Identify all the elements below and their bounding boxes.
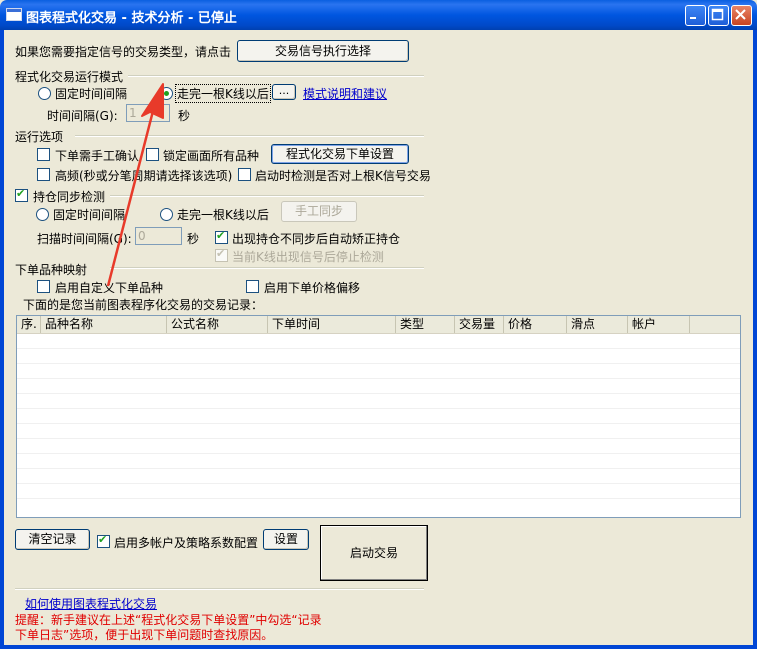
interval-unit: 秒 <box>178 109 191 123</box>
sync-bar-radio[interactable] <box>160 208 173 221</box>
lock-all-checkbox[interactable] <box>146 148 159 161</box>
hint-line-1: 提醒：新手建议在上述“程式化交易下单设置”中勾选“记录 <box>15 613 322 627</box>
price-offset-label: 启用下单价格偏移 <box>264 281 361 295</box>
table-header: 序. 品种名称 公式名称 下单时间 类型 交易量 价格 滑点 帐户 <box>17 316 740 334</box>
howto-link[interactable]: 如何使用图表程式化交易 <box>25 595 157 612</box>
check-last-bar-checkbox[interactable] <box>238 168 251 181</box>
mode-help-link[interactable]: 模式说明和建议 <box>303 85 387 102</box>
column-header-type[interactable]: 类型 <box>396 316 455 333</box>
scan-interval-input[interactable]: 0 <box>135 227 182 245</box>
column-header-price[interactable]: 价格 <box>504 316 567 333</box>
minimize-button[interactable] <box>685 5 706 26</box>
high-freq-label: 高频(秒或分笔周期请选择该选项) <box>55 169 233 183</box>
run-mode-fixed-label: 固定时间间隔 <box>55 87 128 101</box>
interval-label: 时间间隔(G): <box>47 109 118 123</box>
column-header-symbol[interactable]: 品种名称 <box>41 316 167 333</box>
order-mapping-heading: 下单品种映射 <box>15 263 88 277</box>
trade-records-table[interactable]: 序. 品种名称 公式名称 下单时间 类型 交易量 价格 滑点 帐户 <box>16 315 741 518</box>
multi-account-checkbox[interactable] <box>97 533 110 548</box>
table-row <box>17 378 740 379</box>
interval-input[interactable]: 1 <box>126 104 170 122</box>
manual-confirm-label: 下单需手工确认 <box>55 149 140 163</box>
table-row <box>17 438 740 439</box>
check-last-bar-label: 启动时检测是否对上根K信号交易 <box>255 169 431 183</box>
signal-prompt-text: 如果您需要指定信号的交易类型，请点击 <box>15 45 232 59</box>
stop-detect-label: 当前K线出现信号后停止检测 <box>232 250 384 264</box>
column-header-account[interactable]: 帐户 <box>628 316 690 333</box>
table-row <box>17 348 740 349</box>
table-row <box>17 483 740 484</box>
position-sync-heading: 持仓同步检测 <box>33 190 106 204</box>
run-mode-fixed-radio[interactable] <box>38 87 51 100</box>
column-header-slippage[interactable]: 滑点 <box>567 316 628 333</box>
records-caption: 下面的是您当前图表程序化交易的交易记录： <box>23 298 264 312</box>
stop-detect-checkbox[interactable] <box>215 247 228 262</box>
bottom-divider <box>15 588 424 590</box>
run-mode-bar-label: 走完一根K线以后 <box>175 84 271 103</box>
auto-correct-checkbox[interactable] <box>215 229 228 244</box>
column-header-formula[interactable]: 公式名称 <box>167 316 268 333</box>
table-row <box>17 423 740 424</box>
column-header-order-time[interactable]: 下单时间 <box>268 316 396 333</box>
run-mode-bar-radio[interactable] <box>160 87 173 100</box>
table-row <box>17 408 740 409</box>
window-frame-right <box>753 30 757 649</box>
multi-account-label: 启用多帐户及策略系数配置 <box>114 536 259 550</box>
table-row <box>17 393 740 394</box>
table-row <box>17 363 740 364</box>
sync-bar-label: 走完一根K线以后 <box>177 208 269 222</box>
price-offset-checkbox[interactable] <box>246 280 259 293</box>
run-mode-more-button[interactable]: ... <box>272 84 296 100</box>
close-icon <box>735 9 746 20</box>
maximize-icon <box>711 8 724 21</box>
position-sync-divider <box>110 195 424 197</box>
high-freq-checkbox[interactable] <box>37 168 50 181</box>
order-settings-button[interactable]: 程式化交易下单设置 <box>271 144 409 164</box>
title-bar[interactable]: 图表程式化交易 - 技术分析 - 已停止 <box>0 0 757 30</box>
column-header-index[interactable]: 序. <box>17 316 41 333</box>
auto-correct-label: 出现持仓不同步后自动矫正持仓 <box>232 232 401 246</box>
hint-line-2: 下单日志”选项，便于出现下单问题时查找原因。 <box>15 628 274 642</box>
run-options-divider <box>75 135 424 137</box>
run-options-heading: 运行选项 <box>15 130 64 144</box>
column-header-volume[interactable]: 交易量 <box>455 316 504 333</box>
run-mode-divider <box>128 75 424 77</box>
order-mapping-divider <box>110 267 424 269</box>
table-row <box>17 468 740 469</box>
manual-sync-button[interactable]: 手工同步 <box>281 201 357 222</box>
window-title: 图表程式化交易 - 技术分析 - 已停止 <box>26 11 237 26</box>
lock-all-label: 锁定画面所有品种 <box>163 149 260 163</box>
close-button[interactable] <box>731 5 752 26</box>
sync-fixed-radio[interactable] <box>36 208 49 221</box>
scan-interval-label: 扫描时间间隔(G): <box>37 232 132 246</box>
window-frame-left <box>0 30 4 649</box>
table-row <box>17 453 740 454</box>
custom-symbol-checkbox[interactable] <box>37 280 50 293</box>
multi-account-settings-button[interactable]: 设置 <box>263 529 309 550</box>
manual-confirm-checkbox[interactable] <box>37 148 50 161</box>
clear-records-button[interactable]: 清空记录 <box>15 529 90 550</box>
window-frame-bottom <box>0 645 757 649</box>
signal-select-button[interactable]: 交易信号执行选择 <box>237 40 409 62</box>
maximize-button[interactable] <box>708 5 729 26</box>
table-row <box>17 498 740 499</box>
scan-interval-unit: 秒 <box>187 232 200 246</box>
start-trading-button[interactable]: 启动交易 <box>320 525 428 581</box>
run-mode-heading: 程式化交易运行模式 <box>15 70 124 84</box>
custom-symbol-label: 启用自定义下单品种 <box>55 281 164 295</box>
position-sync-checkbox[interactable] <box>15 187 28 202</box>
hint-text: 提醒：新手建议在上述“程式化交易下单设置”中勾选“记录 下单日志”选项，便于出现… <box>15 613 345 643</box>
minimize-icon <box>690 17 696 19</box>
app-window-icon <box>6 8 22 21</box>
sync-fixed-label: 固定时间间隔 <box>53 208 126 222</box>
